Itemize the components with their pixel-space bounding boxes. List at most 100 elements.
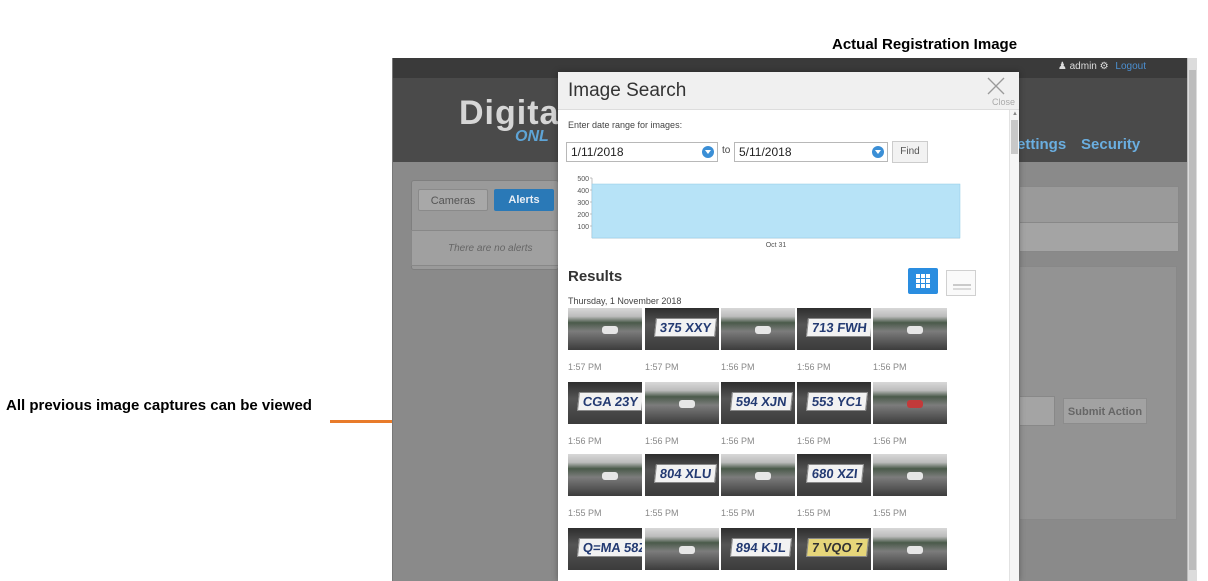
result-item[interactable]: 680 XZI 1:55 PM	[797, 454, 871, 518]
results-row: 1:55 PM 804 XLU 1:55 PM 1:55 PM 680 XZI 1:55 …	[568, 454, 968, 526]
vehicle-capture-image[interactable]	[645, 528, 719, 570]
date-to-input[interactable]: 5/11/2018	[734, 142, 888, 162]
result-item[interactable]: 7 VQO 7	[797, 528, 871, 581]
result-item[interactable]	[645, 528, 719, 581]
plate-capture-image[interactable]: 804 XLU	[645, 454, 719, 496]
image-search-dialog: Image Search Close Enter date range for …	[558, 72, 1019, 581]
y-tick-label: 500	[577, 176, 589, 183]
capture-time: 1:55 PM	[645, 508, 679, 518]
capture-time: 1:56 PM	[568, 436, 602, 446]
result-item[interactable]: 1:56 PM	[873, 382, 947, 446]
result-item[interactable]: 1:56 PM	[721, 308, 795, 372]
plate-number: 804 XLU	[654, 464, 718, 483]
page-scrollbar[interactable]	[1187, 58, 1197, 581]
grid-view-button[interactable]	[908, 268, 938, 294]
chevron-down-icon[interactable]	[872, 146, 884, 158]
action-input[interactable]	[1019, 396, 1055, 426]
car-shape	[907, 400, 923, 408]
dialog-title: Image Search	[568, 80, 687, 101]
capture-time: 1:55 PM	[721, 508, 755, 518]
vehicle-capture-image[interactable]	[721, 454, 795, 496]
y-tick-label: 400	[577, 188, 589, 195]
results-date-heading: Thursday, 1 November 2018	[568, 296, 682, 306]
chevron-down-icon[interactable]	[702, 146, 714, 158]
result-item[interactable]: CGA 23Y 1:56 PM	[568, 382, 642, 446]
nav-security[interactable]: Security	[1081, 136, 1140, 153]
plate-capture-image[interactable]: 7 VQO 7	[797, 528, 871, 570]
dialog-header: Image Search Close	[558, 72, 1019, 110]
tab-cameras[interactable]: Cameras	[418, 189, 488, 211]
result-item[interactable]: 894 KJL	[721, 528, 795, 581]
plate-capture-image[interactable]: 680 XZI	[797, 454, 871, 496]
vehicle-capture-image[interactable]	[568, 308, 642, 350]
scroll-up-icon[interactable]: ▲	[1012, 111, 1018, 117]
vehicle-capture-image[interactable]	[645, 382, 719, 424]
close-icon[interactable]	[985, 75, 1007, 97]
username: admin	[1069, 61, 1097, 72]
plate-number: 680 XZI	[806, 464, 864, 483]
logo-subtitle: ONL	[515, 128, 549, 145]
annotation-side-label: All previous image captures can be viewe…	[6, 397, 312, 414]
result-item[interactable]: 594 XJN 1:56 PM	[721, 382, 795, 446]
vehicle-capture-image[interactable]	[873, 454, 947, 496]
find-button[interactable]: Find	[892, 141, 928, 163]
results-row: 1:57 PM 375 XXY 1:57 PM 1:56 PM 713 FWH 1:56 …	[568, 308, 968, 380]
results-row: CGA 23Y 1:56 PM 1:56 PM 594 XJN 1:56 PM 553 Y…	[568, 382, 968, 454]
plate-capture-image[interactable]: 375 XXY	[645, 308, 719, 350]
right-panel-bar	[1019, 222, 1179, 252]
plate-capture-image[interactable]: Q=MA 58Z	[568, 528, 642, 570]
list-view-button[interactable]	[946, 270, 976, 296]
result-item[interactable]: 1:57 PM	[568, 308, 642, 372]
vehicle-capture-image[interactable]	[721, 308, 795, 350]
annotation-title: Actual Registration Image	[832, 36, 1018, 53]
result-item[interactable]: Q=MA 58Z	[568, 528, 642, 581]
no-alerts-message: There are no alerts	[411, 230, 577, 266]
capture-time: 1:56 PM	[797, 436, 831, 446]
capture-time: 1:57 PM	[645, 362, 679, 372]
submit-action-button[interactable]: Submit Action	[1063, 398, 1147, 424]
vehicle-capture-image[interactable]	[568, 454, 642, 496]
plate-capture-image[interactable]: CGA 23Y	[568, 382, 642, 424]
result-item[interactable]: 1:56 PM	[645, 382, 719, 446]
dialog-scrollbar-thumb[interactable]	[1011, 120, 1018, 154]
histogram-chart: 100 200 300 400 500 Oct 31	[577, 176, 961, 249]
result-item[interactable]: 1:55 PM	[873, 454, 947, 518]
plate-number: CGA 23Y	[577, 392, 642, 411]
plate-capture-image[interactable]: 553 YC1	[797, 382, 871, 424]
logout-link[interactable]: Logout	[1115, 61, 1146, 72]
y-tick-label: 100	[577, 224, 589, 231]
x-tick-label: Oct 31	[766, 242, 787, 249]
histogram-bar[interactable]	[591, 183, 961, 239]
result-item[interactable]: 713 FWH 1:56 PM	[797, 308, 871, 372]
vehicle-capture-image[interactable]	[873, 528, 947, 570]
close-label[interactable]: Close	[992, 97, 1015, 107]
vehicle-capture-image[interactable]	[873, 308, 947, 350]
nav-settings[interactable]: ettings	[1017, 136, 1066, 153]
plate-number: 894 KJL	[730, 538, 792, 557]
result-item[interactable]: 1:55 PM	[721, 454, 795, 518]
result-item[interactable]	[873, 528, 947, 581]
plate-capture-image[interactable]: 713 FWH	[797, 308, 871, 350]
capture-time: 1:56 PM	[873, 362, 907, 372]
y-tick-label: 200	[577, 212, 589, 219]
right-panel-body	[1019, 266, 1177, 520]
capture-time: 1:56 PM	[721, 362, 755, 372]
capture-time: 1:56 PM	[873, 436, 907, 446]
to-label: to	[722, 145, 731, 156]
result-item[interactable]: 804 XLU 1:55 PM	[645, 454, 719, 518]
result-item[interactable]: 553 YC1 1:56 PM	[797, 382, 871, 446]
grid-icon	[916, 274, 930, 288]
tab-alerts[interactable]: Alerts	[494, 189, 554, 211]
result-item[interactable]: 1:55 PM	[568, 454, 642, 518]
gear-icon[interactable]: ⚙	[1100, 61, 1109, 72]
plate-capture-image[interactable]: 594 XJN	[721, 382, 795, 424]
user-icon: ♟	[1057, 61, 1067, 72]
page-scrollbar-thumb[interactable]	[1189, 70, 1196, 570]
plate-capture-image[interactable]: 894 KJL	[721, 528, 795, 570]
dialog-scrollbar[interactable]: ▲	[1009, 110, 1019, 581]
vehicle-capture-image[interactable]	[873, 382, 947, 424]
result-item[interactable]: 1:56 PM	[873, 308, 947, 372]
car-shape	[602, 326, 618, 334]
result-item[interactable]: 375 XXY 1:57 PM	[645, 308, 719, 372]
date-from-input[interactable]: 1/11/2018	[566, 142, 718, 162]
